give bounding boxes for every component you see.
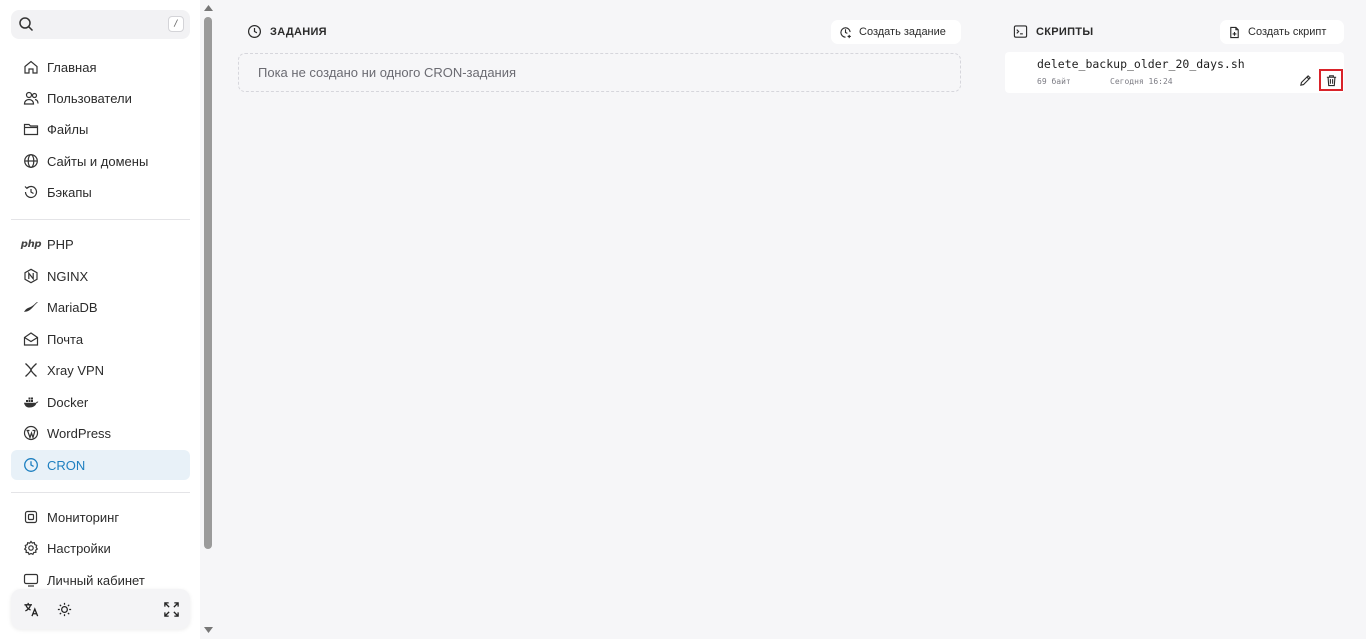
trash-icon	[1326, 74, 1336, 86]
sidebar-item-mariadb[interactable]: MariaDB	[11, 292, 190, 322]
app-root: / Главная Пользователи Файлы Сайты и дом…	[0, 0, 1366, 639]
php-icon: php	[20, 238, 42, 250]
folder-icon	[22, 120, 40, 138]
sidebar-item-label: Docker	[47, 394, 89, 410]
pencil-icon	[1299, 74, 1311, 86]
globe-icon	[22, 152, 40, 170]
gear-icon	[22, 539, 40, 557]
sidebar-scrollbar[interactable]	[200, 0, 217, 639]
translate-icon[interactable]	[21, 599, 41, 619]
search-icon	[19, 17, 34, 32]
sidebar-item-label: Xray VPN	[47, 362, 105, 378]
sidebar-item-mail[interactable]: Почта	[11, 324, 190, 354]
file-plus-icon	[1230, 26, 1239, 38]
create-script-label: Создать скрипт	[1248, 26, 1327, 38]
scroll-down-arrow-icon[interactable]	[204, 627, 213, 633]
docker-icon	[22, 393, 40, 411]
sidebar-item-wordpress[interactable]: WordPress	[11, 418, 190, 448]
sidebar-item-sites[interactable]: Сайты и домены	[11, 146, 190, 176]
scripts-panel-title: СКРИПТЫ	[1013, 24, 1093, 39]
sidebar-divider	[11, 492, 190, 493]
sidebar-item-xray-vpn[interactable]: Xray VPN	[11, 355, 190, 385]
sidebar-item-label: Главная	[47, 59, 97, 75]
sidebar-item-settings[interactable]: Настройки	[11, 533, 190, 563]
sidebar-item-label: Сайты и домены	[47, 153, 149, 169]
nginx-icon	[22, 267, 40, 285]
xray-icon	[22, 361, 40, 379]
home-icon	[22, 58, 40, 76]
sidebar-item-label: CRON	[47, 457, 86, 473]
cpu-icon	[22, 508, 40, 526]
scripts-title: СКРИПТЫ	[1036, 25, 1094, 38]
sidebar-item-label: Пользователи	[47, 90, 132, 106]
sidebar-item-php[interactable]: php PHP	[11, 229, 190, 259]
wordpress-icon	[22, 424, 40, 442]
sidebar-item-home[interactable]: Главная	[11, 52, 190, 82]
mail-icon	[22, 330, 40, 348]
tasks-title: ЗАДАНИЯ	[270, 25, 327, 38]
sidebar-item-label: Файлы	[47, 121, 89, 137]
create-script-button[interactable]: Создать скрипт	[1220, 20, 1344, 44]
sidebar-divider	[11, 219, 190, 220]
edit-script-button[interactable]	[1295, 70, 1315, 90]
script-modified: Сегодня 16:24	[1110, 77, 1173, 86]
terminal-icon	[1013, 25, 1028, 38]
tasks-empty-text: Пока не создано ни одного CRON-задания	[258, 65, 517, 80]
sidebar-item-label: Настройки	[47, 540, 111, 556]
sidebar-item-label: MariaDB	[47, 299, 98, 315]
script-list-item[interactable]: delete_backup_older_20_days.sh 69 байт С…	[1005, 52, 1344, 93]
sidebar-item-monitoring[interactable]: Мониторинг	[11, 502, 190, 532]
sidebar-item-label: PHP	[47, 236, 74, 252]
sidebar-item-label: Личный кабинет	[47, 572, 145, 588]
mariadb-icon	[22, 298, 40, 316]
sidebar-item-users[interactable]: Пользователи	[11, 83, 190, 113]
sidebar-item-label: WordPress	[47, 425, 112, 441]
script-size: 69 байт	[1037, 77, 1071, 86]
history-icon	[22, 183, 40, 201]
sidebar: / Главная Пользователи Файлы Сайты и дом…	[0, 0, 200, 639]
scrollbar-thumb[interactable]	[204, 17, 212, 549]
sidebar-bottom-bar	[11, 589, 190, 629]
sidebar-item-label: Бэкапы	[47, 184, 92, 200]
sun-icon[interactable]	[54, 599, 74, 619]
sidebar-item-label: Мониторинг	[47, 509, 120, 525]
delete-script-button[interactable]	[1319, 69, 1343, 91]
sidebar-item-label: NGINX	[47, 268, 89, 284]
clock-icon	[22, 456, 40, 474]
sidebar-item-nginx[interactable]: NGINX	[11, 261, 190, 291]
create-task-label: Создать задание	[859, 26, 946, 38]
scroll-up-arrow-icon[interactable]	[204, 5, 213, 11]
clock-plus-icon	[840, 26, 851, 38]
create-task-button[interactable]: Создать задание	[831, 20, 961, 44]
tasks-empty-state: Пока не создано ни одного CRON-задания	[238, 53, 961, 92]
script-name: delete_backup_older_20_days.sh	[1037, 57, 1245, 71]
sidebar-item-files[interactable]: Файлы	[11, 114, 190, 144]
sidebar-item-docker[interactable]: Docker	[11, 387, 190, 417]
tasks-panel-title: ЗАДАНИЯ	[247, 24, 327, 39]
clock-icon	[247, 24, 262, 39]
fullscreen-icon[interactable]	[161, 599, 181, 619]
sidebar-item-label: Почта	[47, 331, 84, 347]
search-shortcut-hint: /	[168, 16, 184, 32]
search-input[interactable]	[41, 14, 161, 35]
search-box[interactable]: /	[11, 10, 190, 39]
users-icon	[22, 89, 40, 107]
sidebar-item-cron[interactable]: CRON	[11, 450, 190, 480]
sidebar-item-backups[interactable]: Бэкапы	[11, 177, 190, 207]
monitor-icon	[22, 571, 40, 589]
